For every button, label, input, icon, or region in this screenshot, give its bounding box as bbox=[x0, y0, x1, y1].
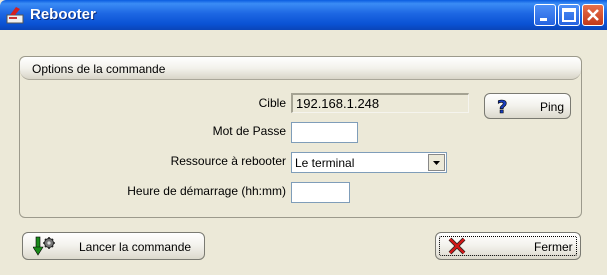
cible-field: 192.168.1.248 bbox=[291, 93, 469, 113]
app-icon bbox=[6, 6, 24, 24]
window-title: Rebooter bbox=[30, 6, 96, 23]
chevron-down-icon bbox=[433, 161, 440, 165]
red-x-icon bbox=[447, 236, 469, 259]
cible-label: Cible bbox=[258, 96, 286, 110]
ressource-label: Ressource à rebooter bbox=[170, 154, 286, 168]
fermer-label: Fermer bbox=[534, 240, 573, 254]
ping-label: Ping bbox=[540, 100, 565, 114]
group-header: Options de la commande bbox=[20, 57, 581, 80]
cible-value: 192.168.1.248 bbox=[296, 96, 380, 111]
ressource-selected-value: Le terminal bbox=[295, 156, 355, 170]
svg-text:?: ? bbox=[497, 97, 507, 117]
title-bar[interactable]: Rebooter bbox=[0, 0, 607, 30]
download-gear-icon bbox=[32, 236, 57, 261]
ping-button[interactable]: ? Ping bbox=[484, 93, 571, 119]
dropdown-arrow-button[interactable] bbox=[428, 154, 445, 171]
close-window-button[interactable] bbox=[582, 4, 604, 26]
close-icon bbox=[587, 9, 599, 21]
minimize-button[interactable] bbox=[534, 4, 556, 26]
group-title: Options de la commande bbox=[32, 62, 166, 76]
question-icon: ? bbox=[494, 97, 512, 120]
launch-command-button[interactable]: Lancer la commande bbox=[22, 232, 205, 260]
maximize-icon bbox=[562, 8, 576, 22]
minimize-icon bbox=[540, 18, 547, 21]
heure-label: Heure de démarrage (hh:mm) bbox=[127, 184, 286, 198]
heure-input[interactable] bbox=[291, 182, 350, 203]
rebooter-window: Rebooter Options de la commande Cible 19… bbox=[0, 0, 607, 275]
maximize-button[interactable] bbox=[558, 4, 580, 26]
launch-command-label: Lancer la commande bbox=[79, 240, 192, 254]
ressource-select[interactable]: Le terminal bbox=[291, 152, 447, 173]
password-label: Mot de Passe bbox=[212, 124, 286, 138]
fermer-button[interactable]: Fermer bbox=[435, 232, 581, 260]
password-input[interactable] bbox=[291, 122, 358, 143]
